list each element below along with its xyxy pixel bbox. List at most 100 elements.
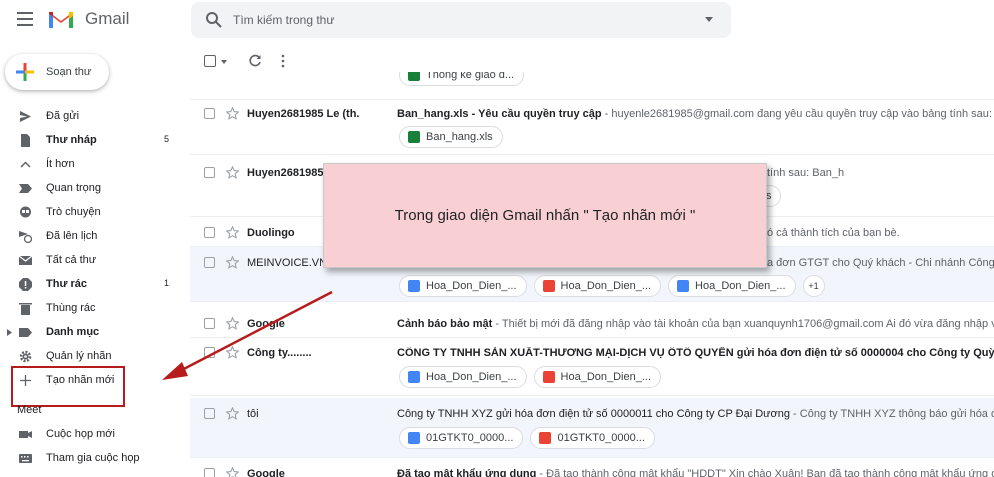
attachment-chip[interactable]: Ban_hang.xls xyxy=(399,126,503,148)
mail-snippet: a đơn GTGT cho Quý khách - Chi nhánh Côn… xyxy=(767,257,994,269)
sidebar-item-label: Đã gửi xyxy=(46,110,80,122)
trash-icon xyxy=(19,303,32,315)
plus-icon xyxy=(16,63,34,81)
attachment-chip[interactable]: Hoa_Don_Dien_... xyxy=(533,366,662,388)
mail-row[interactable]: tôi Công ty TNHH XYZ gửi hóa đơn điện tử… xyxy=(190,398,994,458)
sidebar-item-drafts[interactable]: Thư nháp 5 xyxy=(0,128,190,152)
sidebar-item-count: 5 xyxy=(163,134,169,144)
search-bar[interactable] xyxy=(191,2,731,38)
gear-icon xyxy=(19,350,32,363)
search-options-icon[interactable] xyxy=(705,17,713,22)
star-icon[interactable] xyxy=(226,166,239,179)
meet-item-new-meeting[interactable]: Cuộc họp mới xyxy=(0,422,190,446)
mail-sender: tôi xyxy=(247,408,259,420)
mail-snippet: tính sau: Ban_h xyxy=(767,167,845,179)
attachment-name: Hoa_Don_Dien_... xyxy=(695,280,786,292)
mail-summary: tính sau: Ban_h xyxy=(767,167,994,179)
sidebar-item-label: Đã lên lịch xyxy=(46,230,98,242)
attachment-chip[interactable]: 01GTKT0_0000... xyxy=(530,427,655,449)
row-checkbox[interactable] xyxy=(204,257,215,268)
attachment-name: Hoa_Don_Dien_... xyxy=(560,371,652,383)
attachment-chip[interactable]: Hoa_Don_Dien_... xyxy=(533,275,662,297)
pdf-file-icon xyxy=(539,432,552,444)
mail-summary: Ban_hang.xls - Yêu cầu quyền truy cập - … xyxy=(397,108,994,120)
mail-row[interactable]: Huyen2681985 Le (th. Ban_hang.xls - Yêu … xyxy=(190,100,994,155)
sidebar-item-less[interactable]: Ít hơn xyxy=(0,152,190,176)
attachment-name: Hoa_Don_Dien_... xyxy=(560,280,652,292)
send-icon xyxy=(20,111,31,122)
star-icon[interactable] xyxy=(226,226,239,239)
doc-file-icon xyxy=(408,432,420,444)
more-attachments-badge[interactable]: +1 xyxy=(802,275,825,297)
header: Gmail xyxy=(0,0,994,40)
chat-icon xyxy=(20,206,31,218)
attachment-chip[interactable]: Hoa_Don_Dien_... xyxy=(399,366,527,388)
attachment-name: 01GTKT0_0000... xyxy=(557,432,645,444)
row-checkbox[interactable] xyxy=(204,167,215,178)
doc-file-icon xyxy=(408,280,420,292)
mail-subject: Cảnh báo bảo mật xyxy=(397,318,493,330)
mail-snippet: - Công ty TNHH XYZ thông báo gửi hóa đơn… xyxy=(793,408,994,420)
gmail-logo-icon[interactable] xyxy=(47,8,75,30)
mail-snippet: - Đã tạo thành công mật khẩu "HDDT" Xin … xyxy=(536,468,994,477)
sidebar-item-sent[interactable]: Đã gửi xyxy=(0,104,190,128)
annotation-arrow-icon xyxy=(162,290,333,380)
attachment-chips: Ban_hang.xls xyxy=(399,126,510,148)
xls-file-icon xyxy=(408,131,420,143)
compose-button[interactable]: Soạn thư xyxy=(5,54,109,90)
expand-arrow-icon[interactable] xyxy=(7,329,12,336)
search-icon[interactable] xyxy=(205,11,223,29)
mail-snippet: - huyenle2681985@gmail.com đang yêu cầu … xyxy=(601,108,994,120)
star-icon[interactable] xyxy=(226,407,239,420)
sidebar-item-scheduled[interactable]: Đã lên lịch xyxy=(0,224,190,248)
more-vert-icon[interactable] xyxy=(281,54,285,68)
spam-icon xyxy=(19,278,32,291)
sidebar-item-all-mail[interactable]: Tất cả thư xyxy=(0,248,190,272)
attachment-chip[interactable]: Thống kê giao d... xyxy=(399,72,525,86)
refresh-icon[interactable] xyxy=(248,54,262,68)
mail-toolbar xyxy=(190,50,994,72)
attachment-chip[interactable]: 01GTKT0_0000... xyxy=(399,427,524,449)
star-icon[interactable] xyxy=(226,467,239,477)
attachment-name: Hoa_Don_Dien_... xyxy=(426,280,517,292)
mail-icon xyxy=(19,255,32,265)
search-input[interactable] xyxy=(233,2,673,38)
star-icon[interactable] xyxy=(226,256,239,269)
attachment-chip[interactable]: Hoa_Don_Dien_... xyxy=(668,275,796,297)
sidebar-item-label: Thùng rác xyxy=(46,302,96,314)
mail-subject: Ban_hang.xls - Yêu cầu quyền truy cập xyxy=(397,108,602,120)
select-all-checkbox[interactable] xyxy=(204,55,216,67)
attachment-name: Ban_hang.xls xyxy=(426,131,493,143)
mail-sender: Google xyxy=(247,468,285,477)
doc-file-icon xyxy=(677,280,690,292)
xls-file-icon xyxy=(408,72,420,81)
mail-row[interactable]: Google Đã tạo mật khẩu ứng dụng - Đã tạo… xyxy=(190,458,994,477)
sidebar-item-label: Thư nháp xyxy=(46,134,97,146)
annotation-callout: Trong giao diện Gmail nhấn " Tạo nhãn mớ… xyxy=(323,163,767,268)
meet-section-title: Meet xyxy=(17,404,42,416)
mail-summary: CÔNG TY TNHH SẢN XUẤT-THƯƠNG MẠI-DỊCH VỤ… xyxy=(397,347,994,359)
sidebar-item-important[interactable]: Quan trọng xyxy=(0,176,190,200)
video-icon xyxy=(19,431,32,438)
app-name: Gmail xyxy=(85,9,130,28)
attachment-chips: 01GTKT0_0000... 01GTKT0_0000... xyxy=(399,427,662,449)
row-checkbox[interactable] xyxy=(204,468,215,477)
row-checkbox[interactable] xyxy=(204,408,215,419)
sidebar-item-chats[interactable]: Trò chuyện xyxy=(0,200,190,224)
star-icon[interactable] xyxy=(226,107,239,120)
sidebar-item-label: Quan trọng xyxy=(46,182,102,194)
mail-row[interactable]: Thống kê giao d... xyxy=(190,72,994,100)
attachment-chips: Thống kê giao d... xyxy=(399,72,531,86)
row-checkbox[interactable] xyxy=(204,108,215,119)
chevron-up-icon xyxy=(20,161,31,168)
menu-icon[interactable] xyxy=(17,12,33,26)
meet-item-join-meeting[interactable]: Tham gia cuộc họp xyxy=(0,446,190,470)
sidebar-item-label: Trò chuyện xyxy=(46,206,101,218)
mail-list: Thống kê giao d... Huyen2681985 Le (th. … xyxy=(190,72,994,477)
sidebar-item-label: Tất cả thư xyxy=(46,254,97,266)
select-options-icon[interactable] xyxy=(221,60,227,64)
attachment-chips: Hoa_Don_Dien_... Hoa_Don_Dien_... Hoa_Don_… xyxy=(399,275,825,297)
attachment-chip[interactable]: Hoa_Don_Dien_... xyxy=(399,275,527,297)
row-checkbox[interactable] xyxy=(204,227,215,238)
mail-summary: Công ty TNHH XYZ gửi hóa đơn điện tử số … xyxy=(397,408,994,420)
